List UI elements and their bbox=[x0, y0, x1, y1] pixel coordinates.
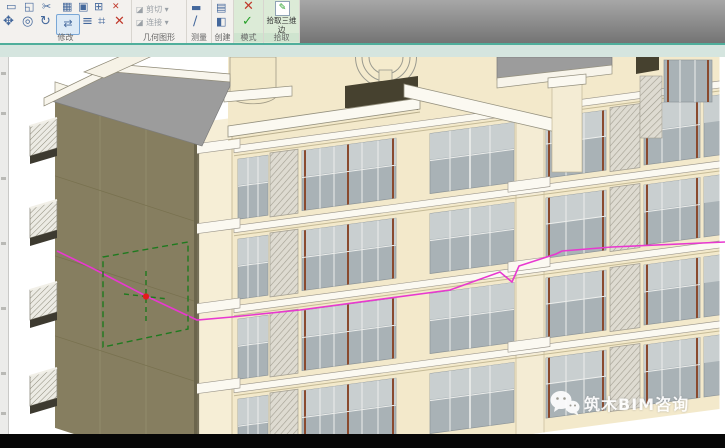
copy-icon[interactable]: ◱ bbox=[24, 1, 34, 13]
cut-profile-icon[interactable]: ✂ bbox=[42, 1, 51, 13]
pin-icon[interactable]: ⊞ bbox=[94, 1, 103, 13]
revit-window: ▭ ◱ ✂ ▦ ▣ ⊞ ✕ ✥ ◎ ↻ ⇄ ≡ ⌗ ✕ 修改 ◪ 剪切 ▾ ◪ … bbox=[0, 0, 725, 448]
measure-icon[interactable]: ∕ bbox=[193, 15, 197, 29]
panel-label-measure: 测量 bbox=[191, 33, 207, 42]
panel-label-pick: 拾取 bbox=[264, 33, 299, 42]
ribbon-toolbar: ▭ ◱ ✂ ▦ ▣ ⊞ ✕ ✥ ◎ ↻ ⇄ ≡ ⌗ ✕ 修改 ◪ 剪切 ▾ ◪ … bbox=[0, 0, 725, 45]
left-panel-edge[interactable] bbox=[0, 57, 9, 434]
wechat-icon bbox=[550, 391, 580, 416]
view-right-margin bbox=[719, 57, 725, 434]
pick-3d-edges-icon[interactable]: ✎ bbox=[275, 1, 290, 16]
mirror-icon[interactable]: ▣ bbox=[78, 1, 88, 13]
panel-label-modify: 修改 bbox=[57, 33, 74, 42]
cancel-mode-button[interactable]: ✕ bbox=[243, 0, 254, 14]
panel-mode: ✕ ✓ 模式 bbox=[234, 0, 264, 43]
watermark: 筑木BIM咨询 bbox=[550, 390, 689, 416]
bottom-letterbox bbox=[0, 434, 725, 448]
pick-3d-edges-button[interactable]: 拾取三维 边 bbox=[264, 16, 299, 34]
offset-icon[interactable]: ◎ bbox=[22, 15, 33, 29]
panel-label-geometry: 几何图形 bbox=[143, 33, 175, 42]
panel-label-create: 创建 bbox=[214, 33, 231, 42]
move-icon[interactable]: ✥ bbox=[3, 15, 14, 29]
panel-create: ▤ ◧ 创建 bbox=[212, 0, 234, 43]
finish-mode-button[interactable]: ✓ bbox=[242, 15, 253, 29]
rotate-icon[interactable]: ↻ bbox=[40, 15, 51, 29]
building-render bbox=[29, 0, 725, 448]
watermark-text: 筑木BIM咨询 bbox=[584, 395, 690, 414]
ruler-icon[interactable]: ▬ bbox=[191, 2, 201, 14]
panel-modify: ▭ ◱ ✂ ▦ ▣ ⊞ ✕ ✥ ◎ ↻ ⇄ ≡ ⌗ ✕ 修改 bbox=[0, 0, 132, 43]
model-3d-view[interactable] bbox=[0, 0, 725, 448]
panel-geometry: ◪ 剪切 ▾ ◪ 连接 ▾ 几何图形 bbox=[132, 0, 187, 43]
delete-button[interactable]: ✕ bbox=[114, 15, 125, 29]
ribbon-empty-area bbox=[300, 0, 725, 43]
control-point[interactable] bbox=[142, 293, 150, 300]
create-group-icon[interactable]: ▤ bbox=[216, 2, 226, 14]
delete-icon[interactable]: ✕ bbox=[112, 1, 120, 13]
panel-pick: ✎ 拾取三维 边 拾取 bbox=[264, 0, 300, 43]
balconies bbox=[29, 117, 58, 414]
panel-label-mode: 模式 bbox=[234, 33, 263, 42]
array-icon[interactable]: ▦ bbox=[62, 1, 72, 13]
trim-icon[interactable]: ≡ bbox=[82, 15, 93, 29]
split-icon[interactable]: ⌗ bbox=[98, 15, 105, 29]
align-button-active[interactable]: ⇄ bbox=[56, 14, 80, 35]
create-similar-icon[interactable]: ◧ bbox=[216, 16, 226, 28]
cut-geometry-button[interactable]: ◪ 剪切 ▾ bbox=[136, 4, 169, 16]
paste-icon[interactable]: ▭ bbox=[6, 1, 16, 13]
panel-measure: ▬ ∕ 测量 bbox=[187, 0, 212, 43]
join-geometry-button[interactable]: ◪ 连接 ▾ bbox=[136, 17, 169, 29]
